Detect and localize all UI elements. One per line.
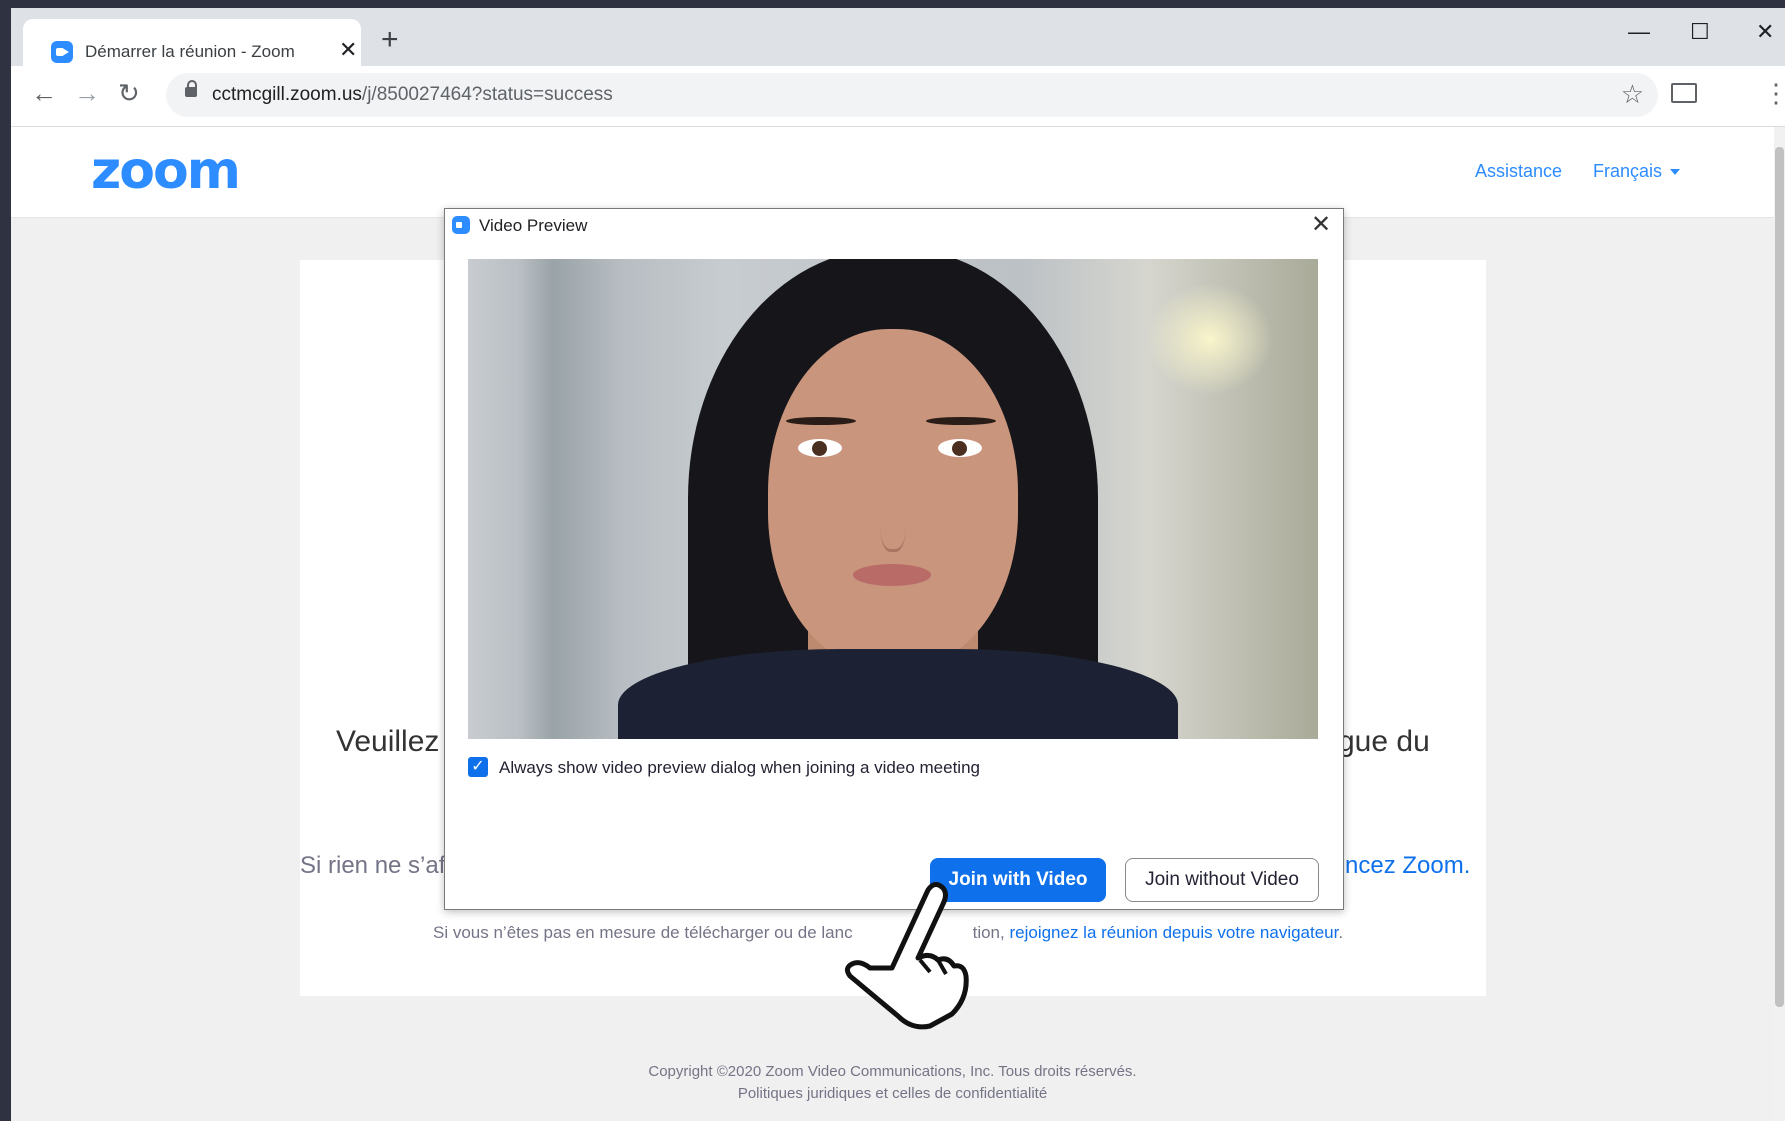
browser-toolbar: ← → ↻ cctmcgill.zoom.us/j/850027464?stat… [11,66,1785,127]
fallback-text-left: Si vous n’êtes pas en mesure de téléchar… [433,923,853,942]
language-dropdown[interactable]: Français [1593,161,1681,182]
footer-copyright: Copyright ©2020 Zoom Video Communication… [648,1063,1137,1080]
dialog-close-icon[interactable]: ✕ [1311,212,1331,238]
page-scrollbar[interactable] [1774,127,1785,1121]
tab-title: Démarrer la réunion - Zoom [85,42,295,61]
cast-icon[interactable] [1671,83,1697,103]
pointing-hand-icon [844,882,969,1030]
always-show-preview-checkbox[interactable]: ✓ [468,757,488,777]
more-menu-icon[interactable]: ⋮ [1763,78,1785,108]
zoom-logo[interactable]: zoom [91,141,241,201]
fallback-text-mid: tion, [972,923,1005,942]
address-bar[interactable]: cctmcgill.zoom.us/j/850027464?status=suc… [166,73,1658,117]
preview-jacket [618,649,1178,739]
forward-arrow-icon[interactable]: → [74,78,100,108]
launch-zoom-link[interactable]: ncez Zoom. [1345,852,1470,880]
tab-active[interactable]: Démarrer la réunion - Zoom ✕ [23,19,361,66]
join-without-video-button[interactable]: Join without Video [1125,858,1319,902]
hint-left: Si rien ne s’aff [300,852,452,879]
language-label: Français [1593,161,1663,181]
lock-icon[interactable] [185,80,197,97]
preview-brow-left [786,417,856,425]
video-preview [468,259,1318,739]
url-path: /j/850027464?status=success [361,84,613,105]
new-tab-button[interactable]: + [381,25,399,55]
fallback-text-end: . [1338,923,1344,942]
url-host: cctmcgill.zoom.us [212,84,362,105]
zoom-favicon-icon [51,41,73,63]
back-arrow-icon[interactable]: ← [31,78,57,108]
footer-legal-link[interactable]: Politiques juridiques et celles de confi… [11,1085,1774,1102]
tab-close-icon[interactable]: ✕ [339,37,357,63]
close-window-icon[interactable]: ✕ [1756,20,1774,44]
scrollbar-thumb[interactable] [1775,147,1784,1007]
launch-message-right: gue du [1338,725,1430,758]
video-preview-dialog: Video Preview ✕ ✓ Always show video prev… [444,208,1344,910]
zoom-header: zoom Assistance Français [11,127,1774,218]
join-from-browser-link[interactable]: rejoignez la réunion depuis votre naviga… [1009,923,1338,942]
maximize-icon[interactable]: ☐ [1690,20,1710,44]
preview-mouth [853,564,931,586]
preview-eye-left [798,439,842,457]
reload-icon[interactable]: ↻ [118,78,140,108]
preview-eye-right [938,439,982,457]
tab-strip: Démarrer la réunion - Zoom ✕ + — ☐ ✕ [11,8,1785,66]
preview-brow-right [926,417,996,425]
star-icon[interactable]: ☆ [1621,79,1644,109]
url-text[interactable]: cctmcgill.zoom.us/j/850027464?status=suc… [212,84,613,106]
chevron-down-icon [1670,169,1681,176]
preview-nose [880,489,906,552]
always-show-preview-label[interactable]: Always show video preview dialog when jo… [499,758,980,778]
zoom-app-icon [452,216,470,234]
support-link[interactable]: Assistance [1475,161,1562,182]
minimize-icon[interactable]: — [1628,20,1650,44]
dialog-title: Video Preview [479,216,588,235]
